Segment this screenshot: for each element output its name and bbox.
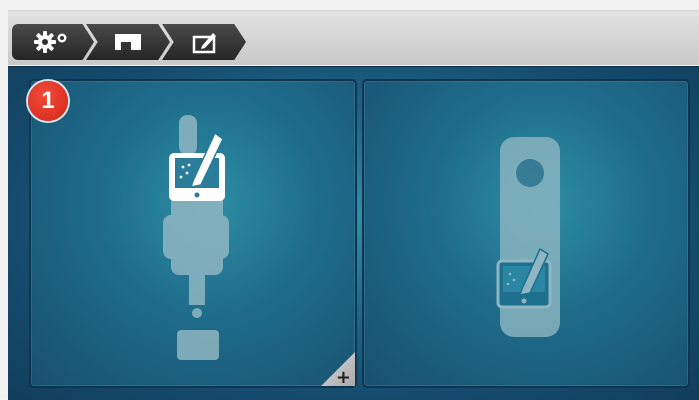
- breadcrumb-edit-screen[interactable]: [162, 24, 246, 60]
- breadcrumb: [8, 10, 699, 65]
- option-stitch-unit[interactable]: +: [29, 79, 357, 388]
- stitch-unit-with-screen-icon: [163, 115, 229, 360]
- main-panel: +: [8, 66, 699, 400]
- plus-icon: +: [335, 367, 351, 388]
- option-device[interactable]: [362, 79, 690, 388]
- breadcrumb-settings[interactable]: [12, 24, 94, 60]
- machine-icon: [115, 34, 141, 50]
- step-badge: 1: [28, 81, 68, 121]
- breadcrumb-machine[interactable]: [86, 24, 170, 60]
- screen: + 1: [0, 0, 699, 400]
- settings-gear-icon: [34, 31, 67, 53]
- add-button[interactable]: +: [321, 352, 355, 386]
- device-with-screen-icon: [496, 137, 560, 337]
- edit-screen-icon: [192, 33, 216, 54]
